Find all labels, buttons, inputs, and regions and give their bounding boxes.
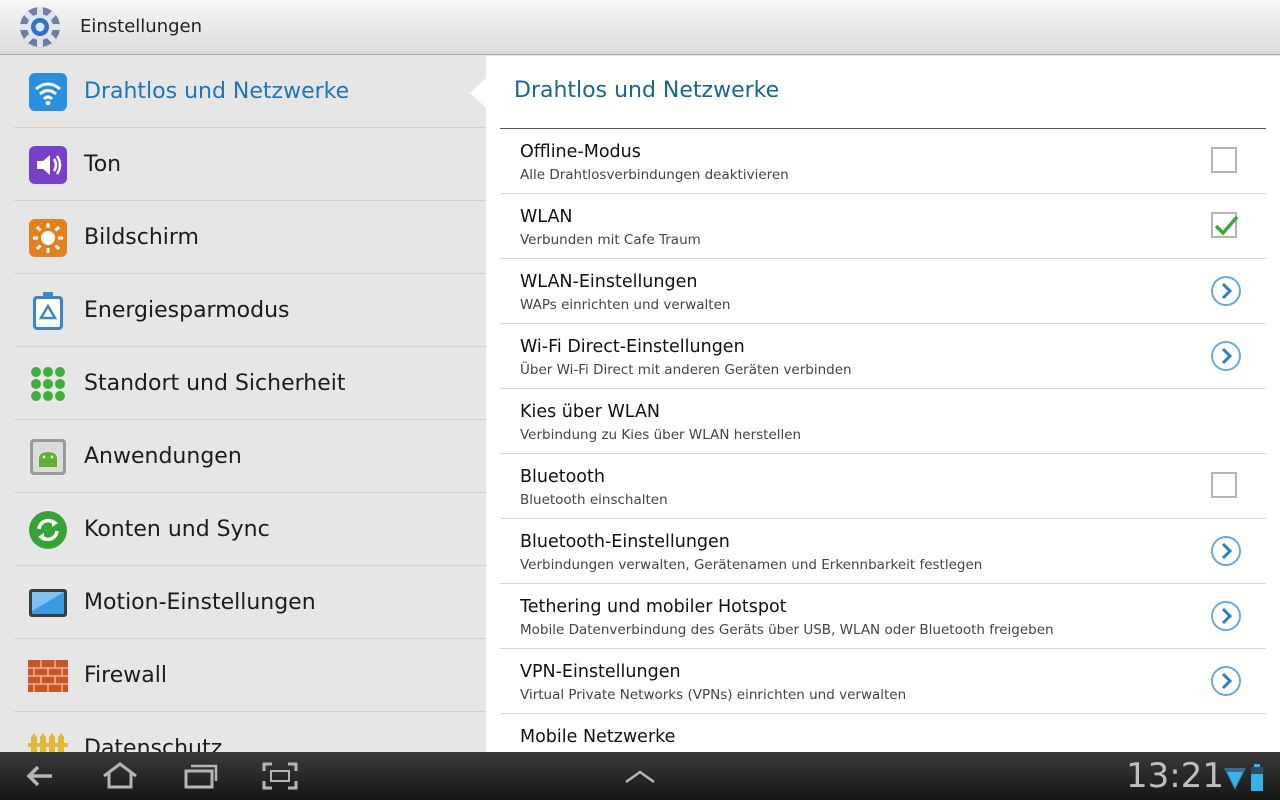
setting-row-offline-modus[interactable]: Offline-Modus Alle Drahtlosverbindungen … — [500, 129, 1266, 194]
sidebar-item-label: Drahtlos und Netzwerke — [84, 79, 350, 104]
wlan-checkbox[interactable] — [1211, 212, 1239, 238]
setting-title: Mobile Netzwerke — [520, 727, 676, 747]
recent-apps-icon[interactable] — [178, 760, 222, 792]
sidebar-item-standort-und-sicherheit[interactable]: Standort und Sicherheit — [14, 348, 486, 420]
sidebar-item-label: Bildschirm — [84, 225, 199, 250]
battery-icon — [1251, 764, 1263, 791]
setting-title: Bluetooth — [520, 467, 605, 487]
sync-icon — [29, 511, 67, 549]
setting-title: WLAN-Einstellungen — [520, 272, 698, 292]
sidebar-item-label: Anwendungen — [84, 444, 242, 469]
tablet-icon — [29, 589, 67, 617]
sidebar-item-energiesparmodus[interactable]: Energiesparmodus — [14, 275, 486, 347]
setting-title: Bluetooth-Einstellungen — [520, 532, 730, 552]
setting-row-wlan-einstellungen[interactable]: WLAN-Einstellungen WAPs einrichten und v… — [500, 259, 1266, 324]
sidebar-item-anwendungen[interactable]: Anwendungen — [14, 421, 486, 493]
setting-row-tethering-hotspot[interactable]: Tethering und mobiler Hotspot Mobile Dat… — [500, 584, 1266, 649]
system-bar: 13:21 — [0, 752, 1280, 800]
sidebar-item-firewall[interactable]: Firewall — [14, 640, 486, 712]
setting-subtitle: Bluetooth einschalten — [520, 492, 668, 508]
sidebar-item-label: Ton — [84, 152, 122, 177]
sidebar-item-label: Motion-Einstellungen — [84, 590, 316, 615]
bluetooth-checkbox[interactable] — [1211, 472, 1237, 498]
chevron-right-icon[interactable] — [1210, 340, 1242, 372]
sidebar-item-motion-einstellungen[interactable]: Motion-Einstellungen — [14, 567, 486, 639]
firewall-icon — [28, 660, 68, 692]
chevron-right-icon[interactable] — [1210, 275, 1242, 307]
setting-subtitle: WAPs einrichten und verwalten — [520, 297, 731, 313]
setting-row-wifi-direct-einstellungen[interactable]: Wi-Fi Direct-Einstellungen Über Wi-Fi Di… — [500, 324, 1266, 389]
setting-title: Tethering und mobiler Hotspot — [520, 597, 787, 617]
setting-title: WLAN — [520, 207, 573, 227]
sidebar-item-label: Standort und Sicherheit — [84, 371, 346, 396]
sidebar-item-label: Konten und Sync — [84, 517, 270, 542]
android-icon — [30, 439, 66, 475]
screenshot-icon[interactable] — [258, 760, 302, 792]
selection-indicator — [470, 77, 486, 109]
chevron-right-icon[interactable] — [1210, 665, 1242, 697]
setting-subtitle: Verbunden mit Cafe Traum — [520, 232, 701, 248]
sidebar-item-bildschirm[interactable]: Bildschirm — [14, 202, 486, 274]
home-icon[interactable] — [98, 760, 142, 792]
back-icon[interactable] — [18, 760, 62, 792]
speaker-icon — [29, 146, 67, 184]
setting-title: Offline-Modus — [520, 142, 641, 162]
setting-title: VPN-Einstellungen — [520, 662, 681, 682]
settings-category-list: Drahtlos und Netzwerke Ton Bildschirm En… — [0, 56, 486, 752]
wifi-icon — [29, 73, 67, 111]
setting-row-vpn-einstellungen[interactable]: VPN-Einstellungen Virtual Private Networ… — [500, 649, 1266, 714]
setting-subtitle: Über Wi-Fi Direct mit anderen Geräten ve… — [520, 362, 852, 378]
sidebar-item-datenschutz[interactable]: Datenschutz — [14, 713, 486, 752]
setting-row-mobile-netzwerke[interactable]: Mobile Netzwerke — [500, 714, 1266, 752]
sidebar-item-konten-und-sync[interactable]: Konten und Sync — [14, 494, 486, 566]
checkmark-icon — [1214, 215, 1239, 236]
sidebar-item-label: Datenschutz — [84, 736, 223, 752]
setting-subtitle: Verbindung zu Kies über WLAN herstellen — [520, 427, 802, 443]
setting-subtitle: Mobile Datenverbindung des Geräts über U… — [520, 622, 1054, 638]
gear-icon[interactable] — [18, 5, 62, 49]
chevron-right-icon[interactable] — [1210, 535, 1242, 567]
action-bar: Einstellungen — [0, 0, 1280, 55]
wifi-signal-icon — [1224, 768, 1246, 790]
setting-row-bluetooth-einstellungen[interactable]: Bluetooth-Einstellungen Verbindungen ver… — [500, 519, 1266, 584]
setting-subtitle: Verbindungen verwalten, Gerätenamen und … — [520, 557, 983, 573]
location-grid-icon — [31, 367, 65, 401]
chevron-up-icon[interactable] — [618, 760, 662, 792]
app-title: Einstellungen — [80, 16, 203, 37]
setting-title: Kies über WLAN — [520, 402, 661, 422]
chevron-right-icon[interactable] — [1210, 600, 1242, 632]
settings-detail-panel: Drahtlos und Netzwerke Offline-Modus All… — [486, 56, 1280, 752]
brightness-icon — [29, 219, 67, 257]
sidebar-item-label: Energiesparmodus — [84, 298, 290, 323]
sidebar-item-ton[interactable]: Ton — [14, 129, 486, 201]
setting-row-kies-ueber-wlan[interactable]: Kies über WLAN Verbindung zu Kies über W… — [500, 389, 1266, 454]
setting-row-bluetooth[interactable]: Bluetooth Bluetooth einschalten — [500, 454, 1266, 519]
sidebar-item-drahtlos-und-netzwerke[interactable]: Drahtlos und Netzwerke — [14, 56, 486, 128]
setting-row-wlan[interactable]: WLAN Verbunden mit Cafe Traum — [500, 194, 1266, 259]
status-icons[interactable] — [1222, 762, 1266, 792]
sidebar-item-label: Firewall — [84, 663, 167, 688]
setting-title: Wi-Fi Direct-Einstellungen — [520, 337, 745, 357]
detail-title: Drahtlos und Netzwerke — [514, 78, 780, 103]
battery-recycle-icon — [33, 292, 63, 330]
setting-subtitle: Alle Drahtlosverbindungen deaktivieren — [520, 167, 789, 183]
fence-icon — [28, 733, 68, 752]
offline-mode-checkbox[interactable] — [1211, 147, 1237, 173]
setting-subtitle: Virtual Private Networks (VPNs) einricht… — [520, 687, 907, 703]
clock: 13:21 — [1126, 756, 1224, 796]
